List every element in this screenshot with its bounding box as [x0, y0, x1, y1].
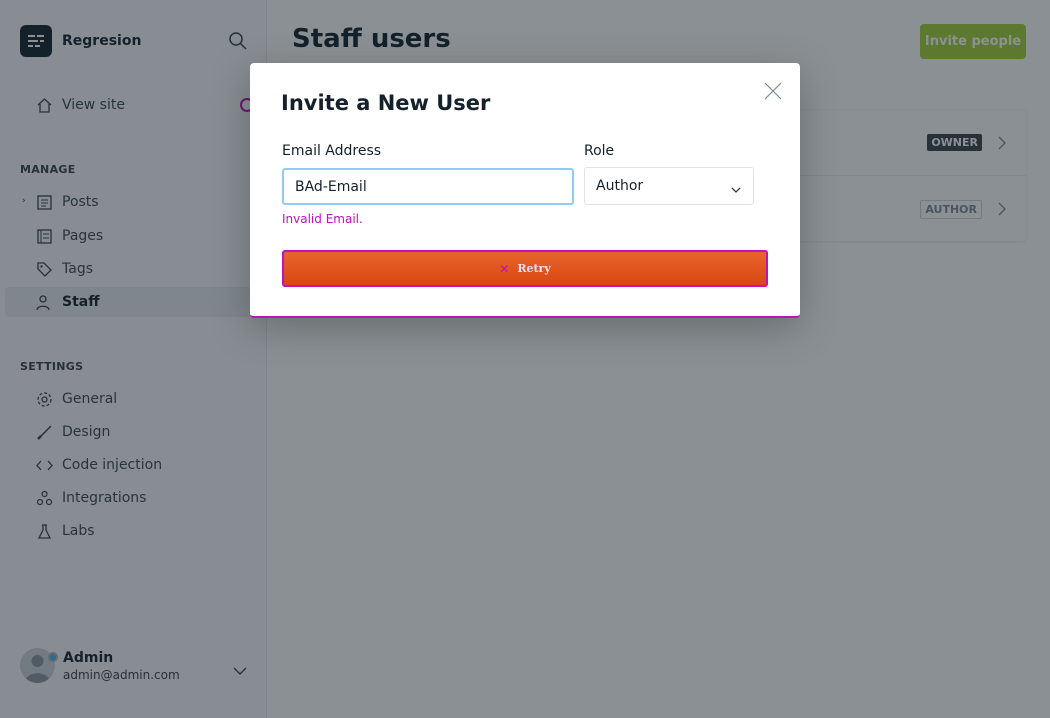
email-error-text: Invalid Email. [282, 212, 363, 226]
close-icon[interactable] [763, 81, 783, 101]
retry-button[interactable]: ✕ Retry [282, 250, 768, 287]
role-label: Role [584, 143, 615, 159]
modal-title: Invite a New User [281, 91, 491, 115]
retry-button-label: Retry [517, 262, 551, 275]
role-select[interactable]: Author [584, 167, 754, 205]
role-select-value: Author [596, 178, 644, 194]
chevron-down-icon [731, 182, 741, 193]
email-field[interactable] [282, 168, 574, 205]
email-label: Email Address [282, 143, 382, 159]
invite-user-modal: Invite a New User Email Address Role Aut… [250, 63, 800, 318]
error-x-icon: ✕ [499, 261, 510, 276]
